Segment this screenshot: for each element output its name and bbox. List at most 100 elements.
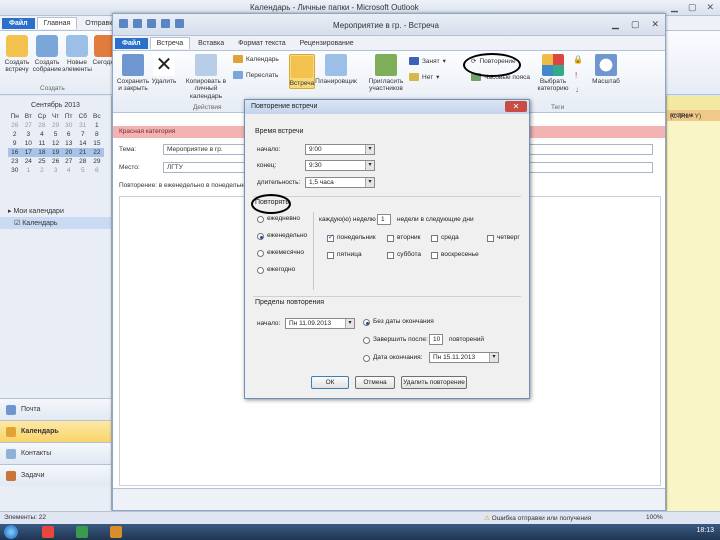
mini-calendar-day[interactable]: 22: [90, 148, 104, 157]
daily-radio[interactable]: [257, 216, 264, 223]
tab-home[interactable]: Главная: [36, 17, 78, 29]
redo-icon[interactable]: [147, 19, 156, 28]
mini-calendar-day[interactable]: 29: [49, 121, 62, 130]
mini-calendar-day[interactable]: 1: [22, 166, 35, 175]
up-icon[interactable]: [161, 19, 170, 28]
undo-icon[interactable]: [133, 19, 142, 28]
mini-calendar-day[interactable]: 24: [22, 157, 35, 166]
mini-calendar-day[interactable]: 27: [22, 121, 35, 130]
zoom-level[interactable]: 100%: [646, 514, 663, 521]
mini-calendar-day[interactable]: 28: [75, 157, 90, 166]
end-time-select[interactable]: 9:30 ▾: [305, 160, 375, 171]
delete-button[interactable]: ✕ Удалить: [151, 54, 177, 85]
reminder-select[interactable]: Нет ▾: [409, 73, 439, 81]
tuesday-checkbox[interactable]: [387, 235, 394, 242]
saturday-checkbox[interactable]: [387, 252, 394, 259]
mini-calendar-day[interactable]: 13: [62, 139, 75, 148]
dialog-close-icon[interactable]: ✕: [505, 101, 527, 112]
mini-calendar-day[interactable]: 27: [62, 157, 75, 166]
calendar-list-item[interactable]: ☑ Календарь: [0, 217, 111, 229]
categorize-button[interactable]: Выбрать категорию: [535, 54, 571, 93]
weekly-radio[interactable]: [257, 233, 264, 240]
mini-calendar-day[interactable]: 11: [35, 139, 50, 148]
mini-calendar-day[interactable]: 5: [49, 130, 62, 139]
monday-checkbox[interactable]: [327, 233, 334, 242]
mini-calendar-day[interactable]: 25: [35, 157, 50, 166]
mini-calendar-day[interactable]: 14: [75, 139, 90, 148]
new-appointment-button[interactable]: Создать встречу: [2, 35, 32, 73]
mini-calendar-day[interactable]: 6: [62, 130, 75, 139]
mini-calendar-day[interactable]: 17: [21, 148, 35, 157]
mini-calendar-day[interactable]: 29: [90, 157, 103, 166]
tab-review[interactable]: Рецензирование: [294, 38, 360, 49]
nav-mail-button[interactable]: Почта: [0, 398, 111, 420]
down-icon[interactable]: [175, 19, 184, 28]
mini-calendar-day[interactable]: 10: [22, 139, 35, 148]
mini-calendar-day[interactable]: 3: [22, 130, 35, 139]
start-button-icon[interactable]: [4, 525, 18, 539]
maximize-icon[interactable]: ▢: [631, 19, 640, 30]
mini-calendar-day[interactable]: 2: [35, 166, 50, 175]
outlook-taskbar-icon[interactable]: [110, 526, 122, 538]
wednesday-checkbox[interactable]: [431, 235, 438, 242]
tab-format-text[interactable]: Формат текста: [232, 38, 292, 49]
cancel-button[interactable]: Отмена: [355, 376, 395, 389]
opera-icon[interactable]: [42, 526, 54, 538]
friday-checkbox[interactable]: [327, 252, 334, 259]
save-close-button[interactable]: Сохранить и закрыть: [117, 54, 149, 93]
tab-insert[interactable]: Вставка: [192, 38, 230, 49]
calendar-button[interactable]: Календарь: [233, 55, 279, 63]
mini-calendar-day[interactable]: 19: [49, 148, 62, 157]
nav-calendar-button[interactable]: Календарь: [0, 420, 111, 442]
mini-calendar-day[interactable]: 12: [49, 139, 62, 148]
mini-calendar-day[interactable]: 5: [75, 166, 90, 175]
mini-calendar-day[interactable]: 30: [62, 121, 75, 130]
forward-button[interactable]: Переслать: [233, 71, 278, 79]
end-after-radio[interactable]: [363, 337, 370, 344]
no-end-radio[interactable]: [363, 319, 370, 326]
new-items-button[interactable]: Новые элементы: [62, 35, 92, 73]
save-icon[interactable]: [119, 19, 128, 28]
copy-to-calendar-button[interactable]: Копировать в личный календарь: [183, 54, 229, 100]
chrome-icon[interactable]: [76, 526, 88, 538]
scheduling-button[interactable]: Планировщик: [315, 54, 357, 85]
mini-calendar-day[interactable]: 26: [49, 157, 62, 166]
tab-file[interactable]: Файл: [2, 17, 35, 29]
mini-calendar-day[interactable]: 1: [90, 121, 103, 130]
mini-calendar-day[interactable]: 9: [8, 139, 22, 148]
mini-calendar-day[interactable]: 7: [75, 130, 90, 139]
mini-calendar-day[interactable]: 16: [7, 148, 22, 157]
mini-calendar-day[interactable]: 21: [75, 148, 91, 157]
mini-calendar-day[interactable]: 26: [8, 121, 22, 130]
mini-calendar-day[interactable]: 31: [75, 121, 90, 130]
close-icon[interactable]: ✕: [651, 19, 659, 30]
remove-recurrence-button[interactable]: Удалить повторение: [401, 376, 467, 389]
low-importance-icon[interactable]: ↓: [575, 85, 579, 94]
mini-calendar-day[interactable]: 3: [49, 166, 62, 175]
minimize-icon[interactable]: ▁: [671, 2, 678, 13]
tab-file[interactable]: Файл: [115, 37, 148, 49]
duration-select[interactable]: 1,5 часа ▾: [305, 177, 375, 188]
yearly-radio[interactable]: [257, 267, 264, 274]
mini-calendar-day[interactable]: 15: [90, 139, 103, 148]
thursday-checkbox[interactable]: [487, 235, 494, 242]
mini-calendar-day[interactable]: 20: [62, 148, 76, 157]
end-by-radio[interactable]: [363, 355, 370, 362]
mini-calendar-day[interactable]: 2: [8, 130, 22, 139]
mini-calendar-day[interactable]: 30: [8, 166, 22, 175]
invite-attendees-button[interactable]: Пригласить участников: [365, 54, 407, 93]
mini-calendar-day[interactable]: 4: [35, 130, 50, 139]
end-after-input[interactable]: 10: [429, 334, 443, 345]
tab-appointment[interactable]: Встреча: [149, 37, 191, 49]
mini-calendar-day[interactable]: 6: [90, 166, 103, 175]
close-icon[interactable]: ✕: [706, 2, 714, 13]
mini-calendar-day[interactable]: 18: [34, 148, 50, 157]
ok-button[interactable]: ОК: [311, 376, 349, 389]
show-as-select[interactable]: Занят ▾: [409, 57, 446, 65]
send-receive-error[interactable]: ⚠ Ошибка отправки или получения: [484, 514, 591, 522]
end-by-select[interactable]: Пн 15.11.2013 ▾: [429, 352, 499, 363]
range-start-select[interactable]: Пн 11.09.2013 ▾: [285, 318, 355, 329]
mini-calendar-day[interactable]: 4: [62, 166, 75, 175]
appointment-view-button[interactable]: Встреча: [289, 54, 315, 90]
nav-tasks-button[interactable]: Задачи: [0, 464, 111, 486]
